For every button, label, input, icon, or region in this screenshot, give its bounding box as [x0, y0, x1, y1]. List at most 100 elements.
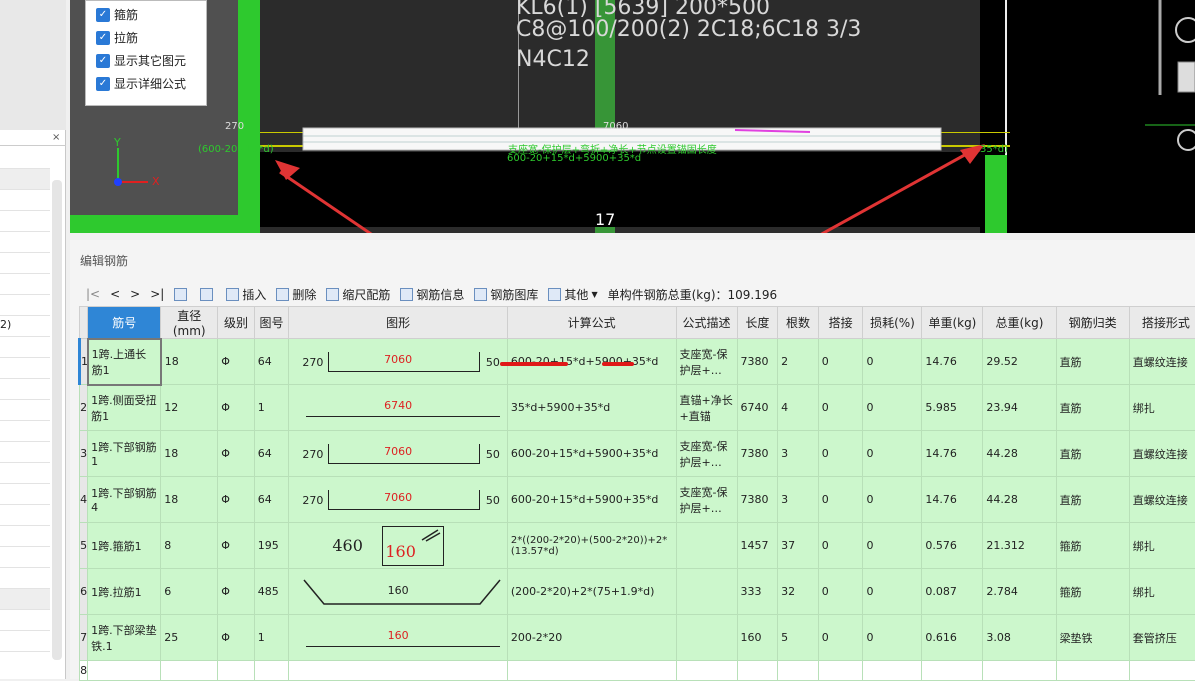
cell-lapt[interactable]: 直螺纹连接 [1129, 477, 1195, 523]
col-header[interactable]: 钢筋归类 [1056, 307, 1129, 339]
col-header[interactable]: 长度 [737, 307, 778, 339]
list-item[interactable] [0, 211, 50, 232]
cell-desc[interactable]: 直锚+净长+直锚 [676, 385, 737, 431]
empty-cell[interactable] [218, 661, 255, 681]
row-number[interactable]: 1 [80, 339, 88, 385]
cell-formula[interactable]: 35*d+5900+35*d [507, 385, 676, 431]
col-header[interactable]: 搭接形式 [1129, 307, 1195, 339]
col-header[interactable]: 直径(mm) [161, 307, 218, 339]
option-show-other[interactable]: ✓显示其它图元 [96, 49, 206, 72]
list-item[interactable] [0, 295, 50, 316]
cell-name[interactable]: 1跨.上通长筋1 [88, 339, 161, 385]
cell-name[interactable]: 1跨.下部梁垫铁.1 [88, 615, 161, 661]
cell-count[interactable]: 2 [778, 339, 819, 385]
shape-cell[interactable]: 6740 [289, 385, 508, 431]
cell-dia[interactable]: 6 [161, 569, 218, 615]
list-item[interactable] [0, 169, 50, 190]
list-item[interactable] [0, 589, 50, 610]
empty-cell[interactable] [1056, 661, 1129, 681]
row-number[interactable]: 3 [80, 431, 88, 477]
cell-lap[interactable]: 0 [818, 339, 863, 385]
list-item[interactable] [0, 358, 50, 379]
cell-grade[interactable]: Φ [218, 523, 255, 569]
cell-lap[interactable]: 0 [818, 385, 863, 431]
nav-last-button[interactable]: >| [150, 287, 164, 301]
cell-cat[interactable]: 直筋 [1056, 431, 1129, 477]
close-icon[interactable]: × [52, 132, 60, 143]
cell-count[interactable]: 3 [778, 431, 819, 477]
cell-dia[interactable]: 25 [161, 615, 218, 661]
cell-uw[interactable]: 0.087 [922, 569, 983, 615]
list-item[interactable] [0, 568, 50, 589]
cell-len[interactable]: 160 [737, 615, 778, 661]
list-item[interactable] [0, 484, 50, 505]
empty-cell[interactable] [922, 661, 983, 681]
col-header[interactable]: 总重(kg) [983, 307, 1056, 339]
cell-formula[interactable]: 600-20+15*d+5900+35*d [507, 477, 676, 523]
col-header[interactable]: 搭接 [818, 307, 863, 339]
list-item[interactable] [0, 337, 50, 358]
list-item[interactable] [0, 379, 50, 400]
empty-cell[interactable] [161, 661, 218, 681]
cell-cat[interactable]: 直筋 [1056, 385, 1129, 431]
nav-first-button[interactable]: |< [86, 287, 100, 301]
empty-cell[interactable] [818, 661, 863, 681]
cell-lap[interactable]: 0 [818, 431, 863, 477]
nav-prev-button[interactable]: < [110, 287, 120, 301]
cell-tw[interactable]: 44.28 [983, 431, 1056, 477]
col-header[interactable]: 损耗(%) [863, 307, 922, 339]
rebar-library-button[interactable]: 钢筋图库 [474, 286, 538, 303]
cell-tw[interactable]: 2.784 [983, 569, 1056, 615]
checkbox-checked-icon[interactable]: ✓ [96, 31, 110, 45]
list-item[interactable] [0, 442, 50, 463]
cell-uw[interactable]: 14.76 [922, 477, 983, 523]
cell-lapt[interactable]: 直螺纹连接 [1129, 431, 1195, 477]
move-down-icon[interactable] [200, 288, 213, 301]
row-number[interactable]: 6 [80, 569, 88, 615]
cell-desc[interactable] [676, 569, 737, 615]
cell-len[interactable]: 7380 [737, 431, 778, 477]
list-item[interactable] [0, 421, 50, 442]
col-header[interactable]: 级别 [218, 307, 255, 339]
cell-len[interactable]: 7380 [737, 339, 778, 385]
cell-cat[interactable]: 直筋 [1056, 339, 1129, 385]
cell-fig[interactable]: 64 [254, 477, 289, 523]
cell-len[interactable]: 1457 [737, 523, 778, 569]
col-header[interactable]: 筋号 [88, 307, 161, 339]
cell-desc[interactable] [676, 523, 737, 569]
table-row[interactable]: 31跨.下部钢筋118Φ64270706050600-20+15*d+5900+… [80, 431, 1195, 477]
row-number[interactable]: 5 [80, 523, 88, 569]
cell-tw[interactable]: 3.08 [983, 615, 1056, 661]
shape-cell[interactable]: 270706050 [289, 477, 508, 523]
cell-name[interactable]: 1跨.下部钢筋4 [88, 477, 161, 523]
list-item[interactable] [0, 631, 50, 652]
cell-cat[interactable]: 直筋 [1056, 477, 1129, 523]
left-scrollbar[interactable] [52, 180, 62, 660]
cell-name[interactable]: 1跨.侧面受扭筋1 [88, 385, 161, 431]
cell-cat[interactable]: 箍筋 [1056, 523, 1129, 569]
row-number[interactable]: 7 [80, 615, 88, 661]
col-header[interactable]: 单重(kg) [922, 307, 983, 339]
col-header[interactable]: 图形 [289, 307, 508, 339]
list-item[interactable] [0, 232, 50, 253]
cell-tw[interactable]: 21.312 [983, 523, 1056, 569]
empty-cell[interactable] [289, 661, 508, 681]
table-row[interactable]: 21跨.侧面受扭筋112Φ1674035*d+5900+35*d直锚+净长+直锚… [80, 385, 1195, 431]
list-item[interactable] [0, 190, 50, 211]
cell-len[interactable]: 6740 [737, 385, 778, 431]
option-tie[interactable]: ✓拉筋 [96, 26, 206, 49]
shape-cell[interactable]: 160 [289, 569, 508, 615]
cell-tw[interactable]: 23.94 [983, 385, 1056, 431]
move-up-icon[interactable] [174, 288, 187, 301]
list-item[interactable] [0, 547, 50, 568]
cell-lapt[interactable]: 绑扎 [1129, 385, 1195, 431]
cell-name[interactable]: 1跨.箍筋1 [88, 523, 161, 569]
empty-cell[interactable] [863, 661, 922, 681]
cell-grade[interactable]: Φ [218, 339, 255, 385]
cell-dia[interactable]: 12 [161, 385, 218, 431]
table-row[interactable]: 51跨.箍筋18Φ1954601602*((200-2*20)+(500-2*2… [80, 523, 1195, 569]
cell-dia[interactable]: 18 [161, 339, 218, 385]
cell-grade[interactable]: Φ [218, 477, 255, 523]
list-item[interactable] [0, 274, 50, 295]
checkbox-checked-icon[interactable]: ✓ [96, 54, 110, 68]
